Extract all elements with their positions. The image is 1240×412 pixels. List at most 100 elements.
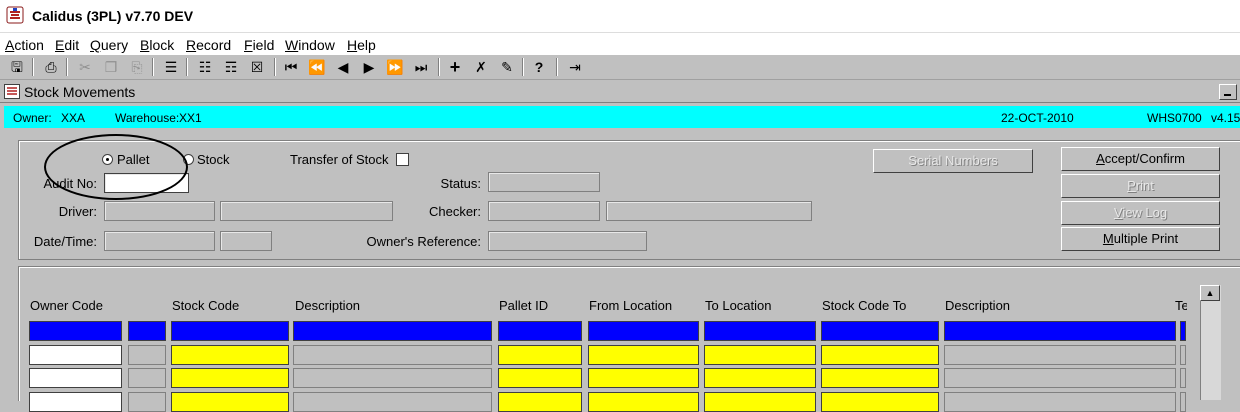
grid-cell-owner-code[interactable] — [29, 345, 122, 365]
menu-field[interactable]: Field — [244, 37, 274, 53]
owner-label: Owner: — [13, 111, 52, 125]
grid-cell-te[interactable] — [1180, 321, 1186, 341]
col-header-to-location: To Location — [705, 298, 772, 313]
col-header-stock-code: Stock Code — [172, 298, 240, 313]
grid-cell-owner-extra[interactable] — [128, 392, 166, 412]
last-record-icon[interactable]: ⏭ — [412, 58, 430, 76]
transfer-of-stock-checkbox[interactable] — [396, 153, 409, 166]
grid-cell-te[interactable] — [1180, 345, 1186, 365]
time-field[interactable] — [220, 231, 272, 251]
next-record-icon[interactable]: ▶ — [360, 58, 378, 76]
scroll-up-button[interactable]: ▲ — [1200, 285, 1220, 301]
grid-cell-owner-code[interactable] — [29, 368, 122, 388]
list-icon[interactable]: ☰ — [162, 58, 180, 76]
grid-cell-description[interactable] — [293, 321, 492, 341]
menu-action[interactable]: Action — [5, 37, 44, 53]
grid-cell-stock-code-to[interactable] — [821, 321, 939, 341]
grid-cell-pallet-id[interactable] — [498, 392, 582, 412]
grid-cell-to-location[interactable] — [704, 321, 816, 341]
date-field[interactable] — [104, 231, 215, 251]
grid-cell-from-location[interactable] — [588, 368, 699, 388]
grid-cell-stock-code[interactable] — [171, 345, 289, 365]
enter-query-icon[interactable]: ☷ — [196, 58, 214, 76]
status-field[interactable] — [488, 172, 600, 192]
app-title: Calidus (3PL) v7.70 DEV — [32, 8, 194, 24]
grid-cell-owner-extra[interactable] — [128, 321, 166, 341]
checker-code-field[interactable] — [488, 201, 600, 221]
exit-icon[interactable]: ⇥ — [566, 58, 584, 76]
window-title: Stock Movements — [24, 84, 136, 100]
print-button[interactable]: Print — [1061, 174, 1220, 198]
minimize-icon — [1224, 94, 1231, 96]
owners-reference-label: Owner's Reference: — [366, 234, 481, 249]
menu-query[interactable]: Query — [90, 37, 128, 53]
menu-window[interactable]: Window — [285, 37, 335, 53]
help-icon[interactable]: ? — [530, 58, 548, 76]
menu-record[interactable]: Record — [186, 37, 231, 53]
checker-name-field[interactable] — [606, 201, 812, 221]
transfer-of-stock-label: Transfer of Stock — [290, 152, 389, 167]
grid-cell-stock-code-to[interactable] — [821, 368, 939, 388]
scroll-up-icon: ▲ — [1205, 288, 1215, 298]
grid-cell-pallet-id[interactable] — [498, 321, 582, 341]
grid-cell-owner-code[interactable] — [29, 321, 122, 341]
grid-cell-stock-code-to[interactable] — [821, 345, 939, 365]
save-icon[interactable]: 🖫 — [8, 58, 26, 76]
grid-cell-description[interactable] — [293, 392, 492, 412]
menu-block[interactable]: Block — [140, 37, 174, 53]
grid-cell-from-location[interactable] — [588, 345, 699, 365]
owners-reference-field[interactable] — [488, 231, 647, 251]
grid-cell-te[interactable] — [1180, 392, 1186, 412]
grid-cell-from-location[interactable] — [588, 321, 699, 341]
grid-cell-description[interactable] — [293, 345, 492, 365]
accept-confirm-button[interactable]: Accept/Confirm — [1061, 147, 1220, 171]
warehouse-value: XX1 — [179, 111, 202, 125]
paste-icon[interactable]: ⎘ — [128, 58, 146, 76]
grid-cell-stock-code-to[interactable] — [821, 392, 939, 412]
grid-cell-pallet-id[interactable] — [498, 345, 582, 365]
minimize-button[interactable] — [1219, 84, 1237, 100]
grid-cell-description-to[interactable] — [944, 321, 1176, 341]
module-code: WHS0700 — [1147, 111, 1202, 125]
grid-cell-stock-code[interactable] — [171, 368, 289, 388]
vertical-scrollbar[interactable] — [1200, 285, 1221, 400]
grid-cell-description-to[interactable] — [944, 368, 1176, 388]
menu-help[interactable]: Help — [347, 37, 376, 53]
grid-cell-owner-extra[interactable] — [128, 368, 166, 388]
previous-block-icon[interactable]: ⏪ — [308, 58, 326, 76]
current-date: 22-OCT-2010 — [1001, 111, 1074, 125]
menu-edit[interactable]: Edit — [55, 37, 79, 53]
cancel-query-icon[interactable]: ☒ — [248, 58, 266, 76]
grid-cell-description[interactable] — [293, 368, 492, 388]
serial-numbers-button[interactable]: Serial Numbers — [873, 149, 1033, 173]
annotation-ellipse — [44, 134, 188, 200]
datetime-label: Date/Time: — [33, 234, 97, 249]
grid-cell-owner-extra[interactable] — [128, 345, 166, 365]
clear-record-icon[interactable]: ✎ — [498, 58, 516, 76]
grid-cell-description-to[interactable] — [944, 392, 1176, 412]
col-header-from-location: From Location — [589, 298, 673, 313]
previous-record-icon[interactable]: ◀ — [334, 58, 352, 76]
grid-cell-pallet-id[interactable] — [498, 368, 582, 388]
grid-cell-te[interactable] — [1180, 368, 1186, 388]
copy-icon[interactable]: ❐ — [102, 58, 120, 76]
next-block-icon[interactable]: ⏩ — [386, 58, 404, 76]
print-icon[interactable]: ⎙ — [42, 58, 60, 76]
view-log-button[interactable]: View Log — [1061, 201, 1220, 225]
driver-code-field[interactable] — [104, 201, 215, 221]
insert-record-icon[interactable]: + — [446, 58, 464, 76]
grid-cell-to-location[interactable] — [704, 392, 816, 412]
grid-cell-stock-code[interactable] — [171, 392, 289, 412]
grid-cell-to-location[interactable] — [704, 368, 816, 388]
grid-cell-from-location[interactable] — [588, 392, 699, 412]
grid-cell-owner-code[interactable] — [29, 392, 122, 412]
first-record-icon[interactable]: ⏮ — [282, 58, 300, 76]
multiple-print-button[interactable]: Multiple Print — [1061, 227, 1220, 251]
grid-cell-description-to[interactable] — [944, 345, 1176, 365]
grid-cell-to-location[interactable] — [704, 345, 816, 365]
driver-name-field[interactable] — [220, 201, 393, 221]
execute-query-icon[interactable]: ☶ — [222, 58, 240, 76]
grid-cell-stock-code[interactable] — [171, 321, 289, 341]
delete-record-icon[interactable]: ✗ — [472, 58, 490, 76]
cut-icon[interactable]: ✂ — [76, 58, 94, 76]
